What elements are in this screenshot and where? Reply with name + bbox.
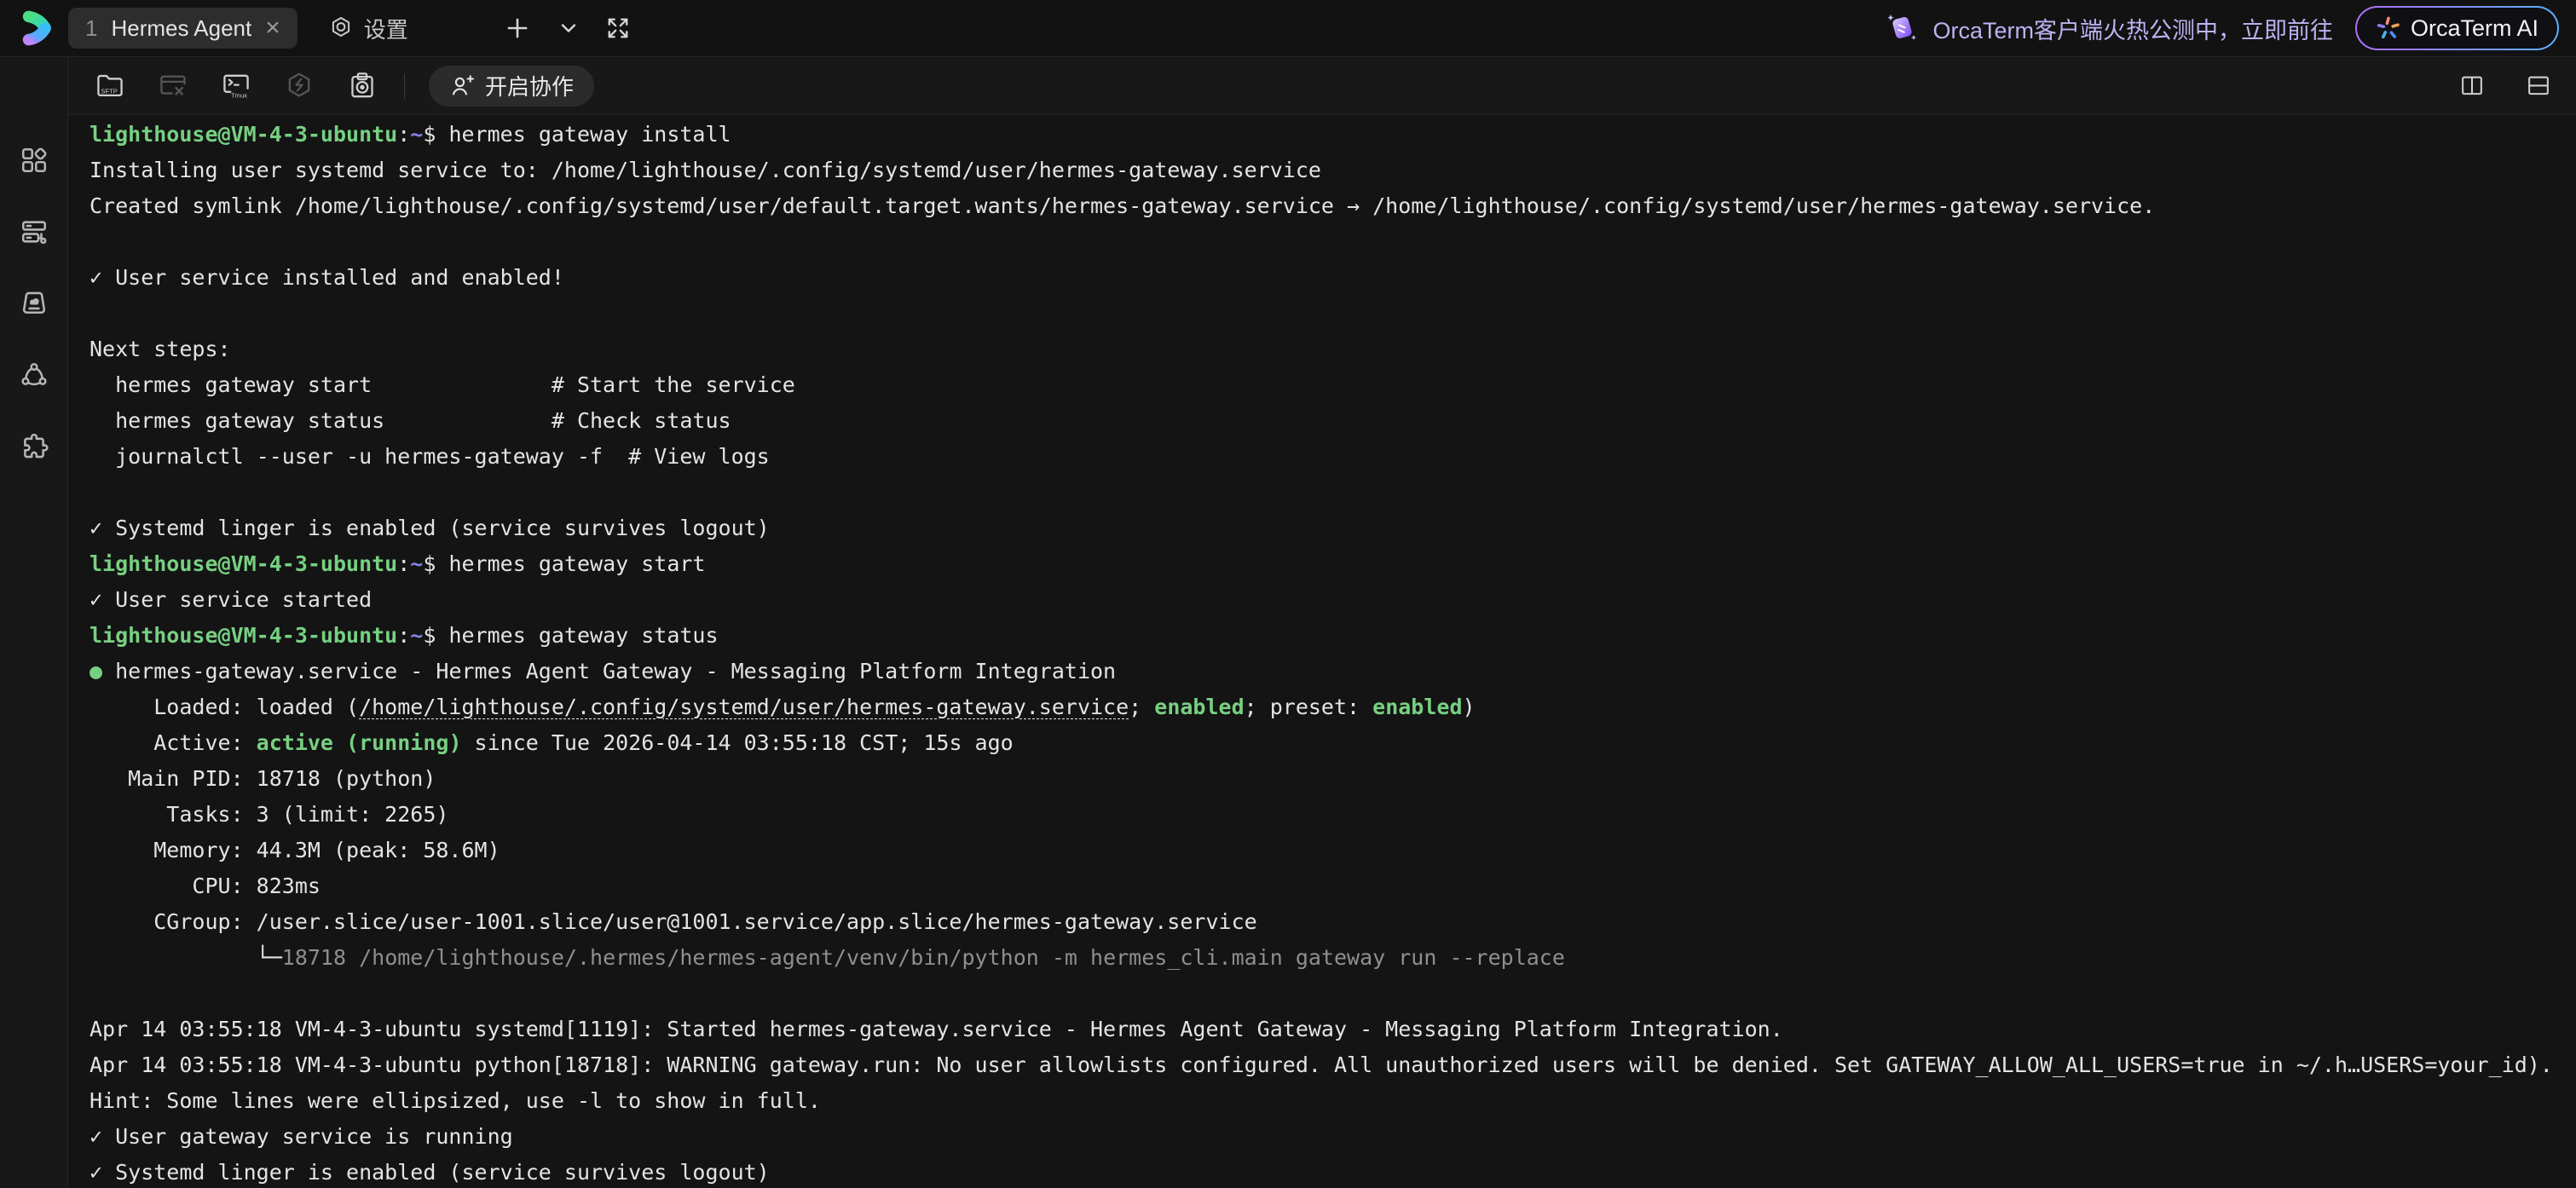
terminal-toolbar: SFTP Tmux xyxy=(68,57,2576,115)
hexagon-bolt-icon xyxy=(283,70,315,102)
terminal-line: ● hermes-gateway.service - Hermes Agent … xyxy=(90,659,1116,683)
person-plus-icon xyxy=(449,73,475,99)
terminal-line: ✓ Systemd linger is enabled (service sur… xyxy=(90,1160,770,1185)
tab-bar: 1 Hermes Agent × 设置 xyxy=(0,0,2576,57)
toolbar-divider xyxy=(404,73,405,99)
terminal-line: ✓ User gateway service is running xyxy=(90,1124,513,1149)
terminal-line: ✓ User service installed and enabled! xyxy=(90,265,564,290)
clipboard-record-icon[interactable] xyxy=(346,70,378,102)
terminal-line: lighthouse@VM-4-3-ubuntu:~$ hermes gatew… xyxy=(90,551,706,576)
settings-label: 设置 xyxy=(364,13,408,44)
app-logo-icon xyxy=(17,9,56,48)
tab-hermes-agent[interactable]: 1 Hermes Agent × xyxy=(68,8,297,49)
sftp-folder-icon[interactable]: SFTP xyxy=(94,70,126,102)
monitor-close-icon xyxy=(157,70,189,102)
server-list-icon[interactable] xyxy=(20,217,49,246)
terminal-line: hermes gateway status # Check status xyxy=(90,408,731,433)
split-controls xyxy=(2458,72,2552,100)
promo-gem-icon xyxy=(1883,9,1922,48)
terminal-output: lighthouse@VM-4-3-ubuntu:~$ hermes gatew… xyxy=(90,117,2556,1187)
terminal-line: Loaded: loaded (/home/lighthouse/.config… xyxy=(90,695,1476,719)
tab-settings[interactable]: 设置 xyxy=(328,13,408,44)
content-area: SFTP Tmux xyxy=(68,57,2576,1187)
main-area: SFTP Tmux xyxy=(0,57,2576,1187)
terminal-line: CPU: 823ms xyxy=(90,874,321,898)
orcaterm-promo-link[interactable]: OrcaTerm客户端火热公测中，立即前往 xyxy=(1883,9,2333,48)
terminal-line: Created symlink /home/lighthouse/.config… xyxy=(90,193,2155,218)
terminal-line: CGroup: /user.slice/user-1001.slice/user… xyxy=(90,909,1257,934)
split-vertical-icon[interactable] xyxy=(2458,72,2486,100)
tab-index: 1 xyxy=(85,15,97,42)
terminal-line: journalctl --user -u hermes-gateway -f #… xyxy=(90,444,770,469)
ai-pinwheel-icon xyxy=(2376,15,2401,41)
terminal-line: Next steps: xyxy=(90,337,231,361)
terminal-line: lighthouse@VM-4-3-ubuntu:~$ hermes gatew… xyxy=(90,122,731,147)
terminal-line: hermes gateway start # Start the service xyxy=(90,372,795,397)
new-tab-plus-icon[interactable] xyxy=(504,14,531,42)
terminal-line: Hint: Some lines were ellipsized, use -l… xyxy=(90,1088,821,1113)
terminal-line: ✓ Systemd linger is enabled (service sur… xyxy=(90,516,770,540)
tmux-label: Tmux xyxy=(231,91,247,99)
left-sidebar xyxy=(0,57,68,1187)
orcaterm-ai-button[interactable]: OrcaTerm AI xyxy=(2355,6,2559,50)
file-link[interactable]: /home/lighthouse/.config/systemd/user/he… xyxy=(359,695,1129,719)
fullscreen-icon[interactable] xyxy=(604,14,632,42)
terminal-line: Active: active (running) since Tue 2026-… xyxy=(90,730,1014,755)
tab-title: Hermes Agent xyxy=(111,15,251,42)
collab-label: 开启协作 xyxy=(485,70,574,101)
terminal-line: Installing user systemd service to: /hom… xyxy=(90,158,1321,182)
puzzle-icon[interactable] xyxy=(20,432,49,461)
terminal-line: Memory: 44.3M (peak: 58.6M) xyxy=(90,838,500,862)
terminal-line: Apr 14 03:55:18 VM-4-3-ubuntu python[187… xyxy=(90,1052,2553,1077)
terminal-line: Apr 14 03:55:18 VM-4-3-ubuntu systemd[11… xyxy=(90,1017,1783,1041)
terminal-line: ✓ User service started xyxy=(90,587,372,612)
terminal-line: └─18718 /home/lighthouse/.hermes/hermes-… xyxy=(90,945,1565,970)
terminal-line: lighthouse@VM-4-3-ubuntu:~$ hermes gatew… xyxy=(90,623,719,648)
sftp-label: SFTP xyxy=(101,87,117,95)
start-collaboration-button[interactable]: 开启协作 xyxy=(429,66,594,107)
tmux-terminal-icon[interactable]: Tmux xyxy=(220,70,252,102)
settings-nut-icon xyxy=(328,15,354,41)
chevron-down-icon[interactable] xyxy=(557,16,580,40)
storage-drive-icon[interactable] xyxy=(20,289,49,318)
terminal-line: Main PID: 18718 (python) xyxy=(90,766,436,791)
apps-grid-icon[interactable] xyxy=(20,146,49,175)
terminal-line: Tasks: 3 (limit: 2265) xyxy=(90,802,448,827)
split-horizontal-icon[interactable] xyxy=(2525,72,2552,100)
ai-button-label: OrcaTerm AI xyxy=(2411,15,2538,42)
share-network-icon[interactable] xyxy=(20,360,49,389)
promo-text: OrcaTerm客户端火热公测中，立即前往 xyxy=(1932,12,2333,45)
terminal-viewport[interactable]: lighthouse@VM-4-3-ubuntu:~$ hermes gatew… xyxy=(68,115,2576,1187)
close-icon[interactable]: × xyxy=(265,15,280,41)
